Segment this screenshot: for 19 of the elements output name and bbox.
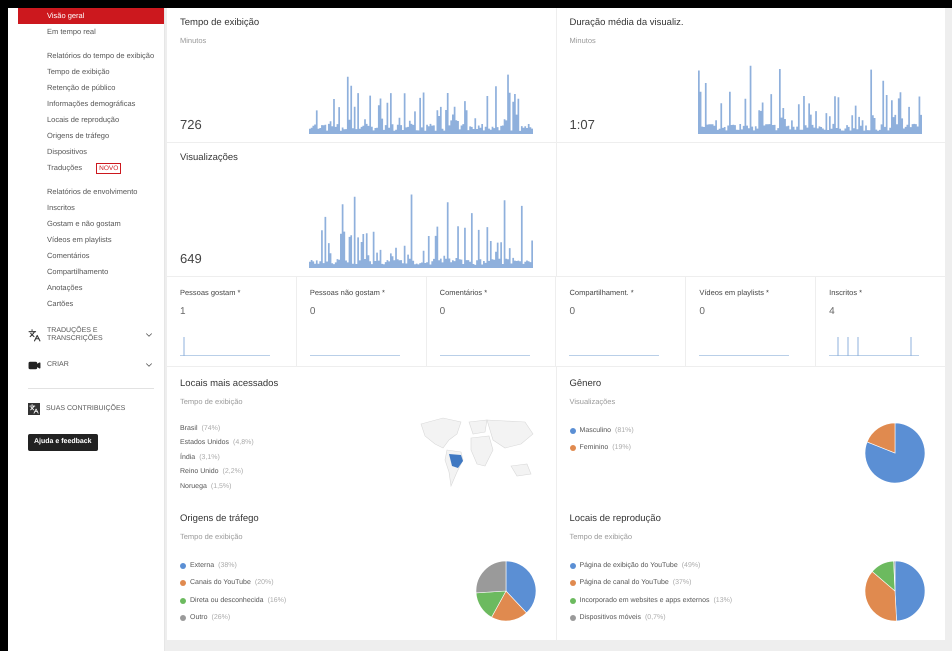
video-camera-icon <box>28 358 41 372</box>
translate-icon <box>28 328 41 342</box>
metric-value: 0 <box>569 305 576 320</box>
card-title: Visualizações <box>180 151 239 165</box>
stat-value: 726 <box>180 116 202 134</box>
stat-value: 649 <box>180 250 202 268</box>
card-title: Locais de reprodução <box>570 512 662 526</box>
card-title: Locais mais acessados <box>180 377 278 391</box>
card-title: Duração média da visualiz. <box>570 16 685 30</box>
metric-value: 0 <box>699 305 706 320</box>
metric-value: 1 <box>180 305 187 320</box>
translate-icon <box>28 403 40 415</box>
metric-value: 0 <box>440 305 446 320</box>
stat-value: 1:07 <box>570 116 595 134</box>
metric-value: 4 <box>829 305 836 320</box>
card-title: Tempo de exibição <box>180 16 260 30</box>
card-title: Gênero <box>570 377 602 391</box>
card-title: Origens de tráfego <box>180 512 260 526</box>
metric-value: 0 <box>310 305 316 320</box>
